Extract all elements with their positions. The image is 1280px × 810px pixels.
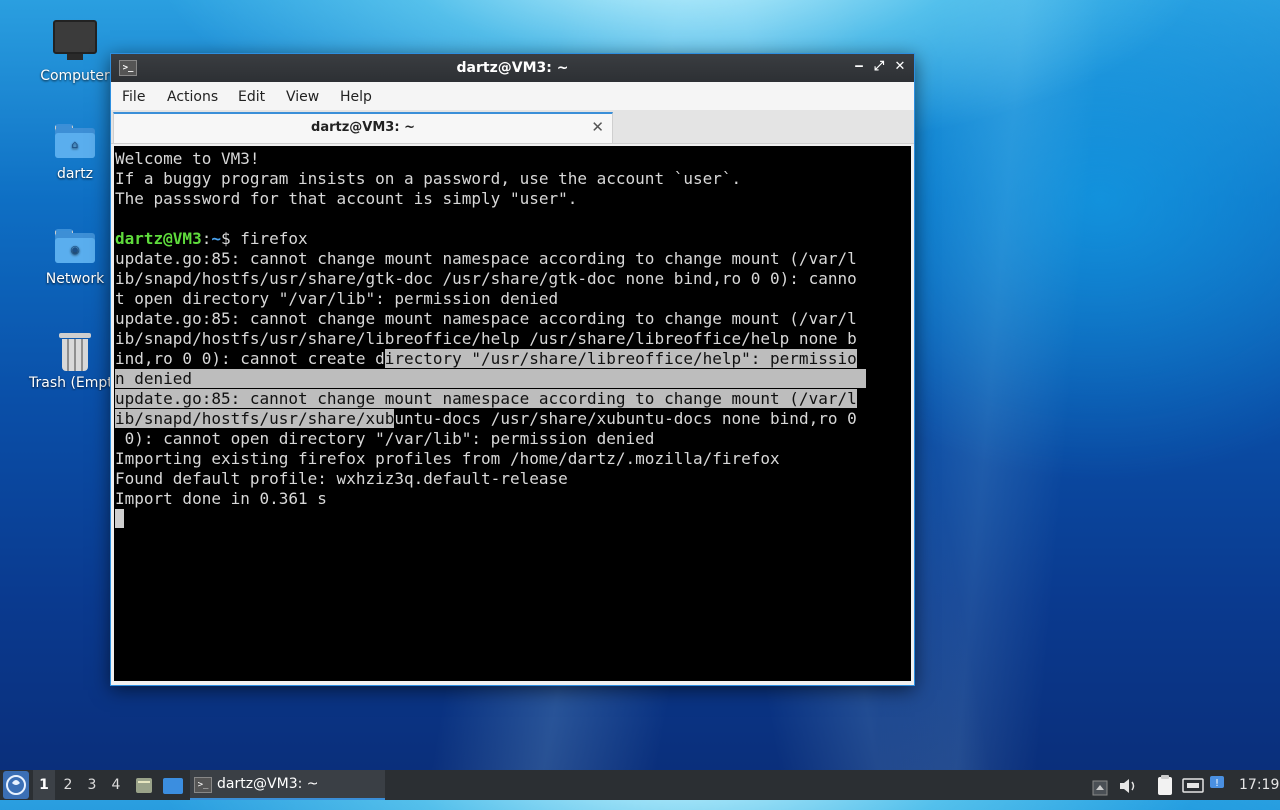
terminal-output[interactable]: Welcome to VM3! If a buggy program insis…: [114, 146, 911, 681]
terminal-cursor-line: [114, 509, 911, 529]
terminal-text: Import done in 0.361 s: [115, 489, 327, 508]
clipboard-icon[interactable]: [1156, 774, 1174, 796]
tray-arrow-icon[interactable]: [1092, 777, 1108, 796]
workspace-4[interactable]: 4: [105, 770, 127, 800]
menu-edit[interactable]: Edit: [238, 89, 265, 105]
tab-terminal[interactable]: dartz@VM3: ~ ✕: [113, 112, 613, 143]
terminal-prompt-line: dartz@VM3:~$ firefox: [114, 229, 911, 249]
volume-icon[interactable]: [1118, 776, 1138, 794]
terminal-line: ib/snapd/hostfs/usr/share/libreoffice/he…: [114, 329, 911, 349]
terminal-line: Importing existing firefox profiles from…: [114, 449, 911, 469]
terminal-line: ind,ro 0 0): cannot create directory "/u…: [114, 349, 911, 369]
terminal-line: n denied: [114, 369, 911, 389]
terminal-text: t open directory "/var/lib": permission …: [115, 289, 559, 308]
terminal-line: Welcome to VM3!: [115, 149, 260, 168]
minimize-button[interactable]: ‒: [851, 59, 867, 75]
terminal-text: ib/snapd/hostfs/usr/share/gtk-doc /usr/s…: [115, 269, 857, 288]
prompt-command: firefox: [230, 229, 308, 248]
terminal-cursor: [115, 509, 124, 528]
computer-icon: [53, 20, 97, 60]
window-titlebar[interactable]: >_ dartz@VM3: ~ ‒ ⤢ ✕: [111, 54, 914, 82]
terminal-selected-text: ib/snapd/hostfs/usr/share/xub: [115, 409, 395, 428]
terminal-text: untu-docs /usr/share/xubuntu-docs none b…: [394, 409, 857, 428]
network-folder-icon: ◉: [55, 229, 95, 263]
terminal-text: update.go:85: cannot change mount namesp…: [115, 249, 857, 268]
tab-label: dartz@VM3: ~: [311, 120, 415, 135]
terminal-line: ib/snapd/hostfs/usr/share/xubuntu-docs /…: [114, 409, 911, 429]
maximize-button[interactable]: ⤢: [871, 59, 887, 75]
terminal-line: 0): cannot open directory "/var/lib": pe…: [114, 429, 911, 449]
terminal-line: t open directory "/var/lib": permission …: [114, 289, 911, 309]
workspace-3[interactable]: 3: [81, 770, 103, 800]
network-status-icon[interactable]: [1182, 776, 1204, 794]
workspace-1[interactable]: 1: [33, 770, 55, 800]
svg-text:!: !: [1215, 778, 1219, 789]
notification-icon[interactable]: !: [1208, 774, 1228, 794]
terminal-text: Found default profile: wxhziz3q.default-…: [115, 469, 568, 488]
terminal-line: update.go:85: cannot change mount namesp…: [114, 249, 911, 269]
taskbar: 1 2 3 4 >_ dartz@VM3: ~ ! 17:19: [0, 770, 1280, 800]
menu-file[interactable]: File: [122, 89, 145, 105]
terminal-line: update.go:85: cannot change mount namesp…: [114, 389, 911, 409]
file-manager-icon[interactable]: [135, 775, 153, 795]
menu-actions[interactable]: Actions: [167, 89, 218, 105]
prompt-user-host: dartz@VM3: [115, 229, 202, 248]
tab-close-icon[interactable]: ✕: [591, 118, 604, 136]
window-title: dartz@VM3: ~: [456, 60, 569, 76]
clock[interactable]: 17:19: [1239, 770, 1279, 800]
prompt-sep: :: [201, 229, 212, 248]
terminal-line: The passsword for that account is simply…: [115, 189, 578, 208]
terminal-text: 0): cannot open directory "/var/lib": pe…: [115, 429, 655, 448]
terminal-window[interactable]: >_ dartz@VM3: ~ ‒ ⤢ ✕ File Actions Edit …: [110, 53, 915, 686]
prompt-symbol: $: [220, 229, 231, 248]
whisker-menu-button[interactable]: [3, 771, 29, 799]
terminal-line: update.go:85: cannot change mount namesp…: [114, 309, 911, 329]
terminal-selected-text: n denied: [115, 369, 867, 388]
show-desktop-icon[interactable]: [162, 776, 184, 794]
home-folder-icon: ⌂: [55, 124, 95, 158]
menu-help[interactable]: Help: [340, 89, 372, 105]
task-terminal[interactable]: >_ dartz@VM3: ~: [190, 770, 385, 800]
terminal-text: ind,ro 0 0): cannot create d: [115, 349, 385, 368]
terminal-line: Import done in 0.361 s: [114, 489, 911, 509]
terminal-line: ib/snapd/hostfs/usr/share/gtk-doc /usr/s…: [114, 269, 911, 289]
close-button[interactable]: ✕: [892, 59, 908, 75]
prompt-path: ~: [211, 229, 221, 248]
tab-bar: dartz@VM3: ~ ✕: [111, 110, 914, 144]
menubar: File Actions Edit View Help: [111, 82, 914, 110]
task-label: dartz@VM3: ~: [217, 776, 319, 792]
terminal-line: Found default profile: wxhziz3q.default-…: [114, 469, 911, 489]
terminal-text: Importing existing firefox profiles from…: [115, 449, 780, 468]
menu-view[interactable]: View: [286, 89, 319, 105]
terminal-text: ib/snapd/hostfs/usr/share/libreoffice/he…: [115, 329, 857, 348]
terminal-task-icon: >_: [194, 777, 212, 793]
workspace-2[interactable]: 2: [57, 770, 79, 800]
terminal-selected-text: irectory "/usr/share/libreoffice/help": …: [384, 349, 857, 368]
xubuntu-logo-icon: [6, 775, 26, 795]
terminal-text: update.go:85: cannot change mount namesp…: [115, 309, 857, 328]
terminal-selected-text: update.go:85: cannot change mount namesp…: [115, 389, 857, 408]
trash-icon: [59, 333, 91, 371]
terminal-line: If a buggy program insists on a password…: [115, 169, 742, 188]
